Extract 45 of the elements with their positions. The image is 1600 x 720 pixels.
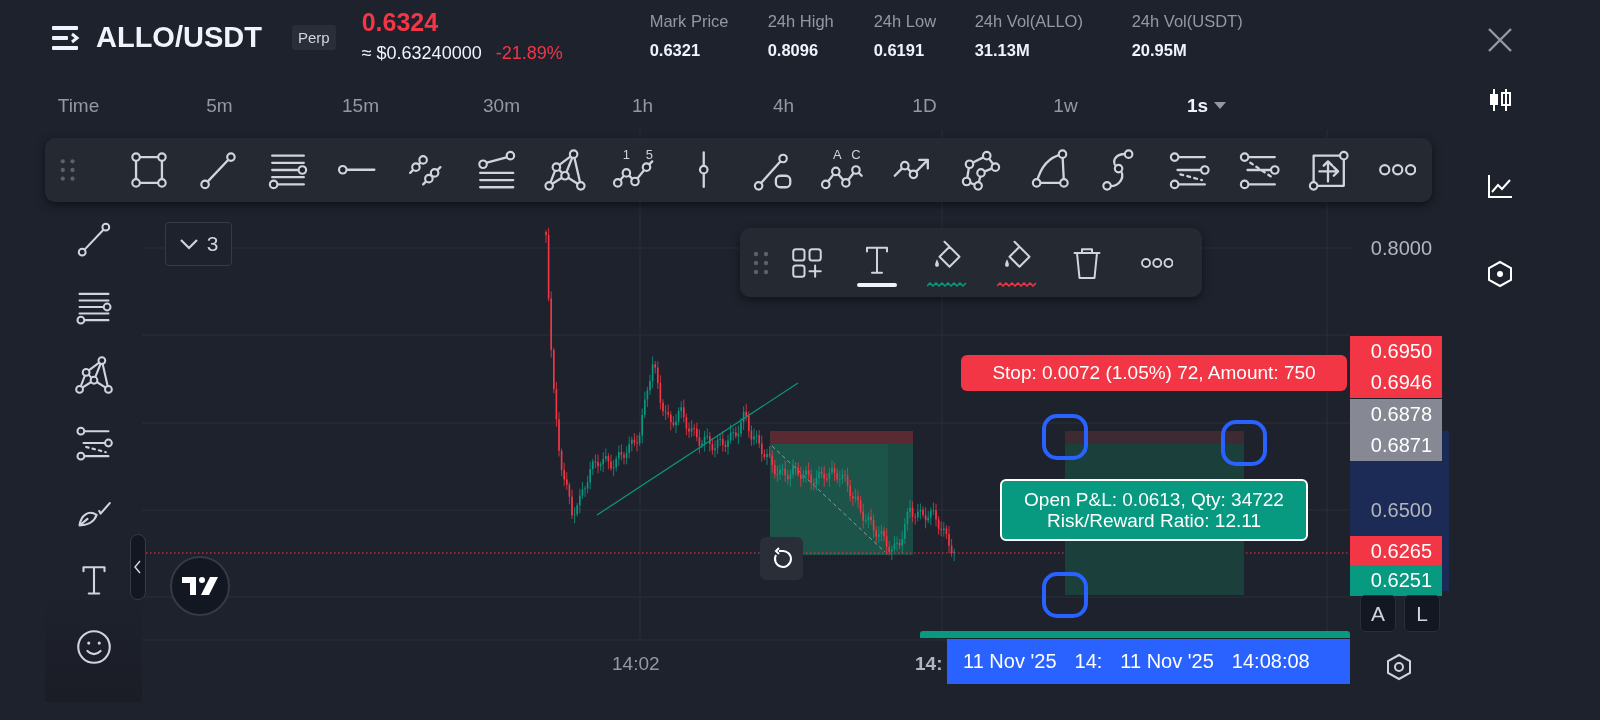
timeframe-tab[interactable]: Time (8, 95, 149, 117)
date-time-text: 14:08:08 (1231, 650, 1310, 673)
stat-label: 24h Vol(ALLO) (974, 12, 1084, 31)
stat-label: 24h Vol(USDT) (1131, 12, 1244, 31)
stat-value: 0.6191 (873, 41, 926, 60)
pnl-text: Open P&L: 0.0613, Qty: 34722 (1024, 489, 1284, 510)
stat-label: Mark Price (649, 12, 730, 31)
collapse-button[interactable]: 3 (165, 222, 232, 266)
contract-badge: Perp (292, 25, 336, 50)
scale-button[interactable]: L (1404, 595, 1440, 632)
timeframe-tab[interactable]: 1D (854, 95, 995, 117)
price-tag: 0.6878 (1350, 398, 1442, 430)
timeframe-tab[interactable]: 1w (995, 95, 1136, 117)
stat-value: 0.6321 (649, 41, 702, 60)
timeframe-tab[interactable]: 4h (713, 95, 854, 117)
scale-button[interactable]: A (1360, 595, 1396, 632)
date-time-text: 11 Nov '25 (1120, 650, 1214, 673)
drawing-tool-button[interactable]: 1 5 (599, 148, 670, 192)
last-price: 0.6324 (361, 8, 440, 37)
price-tag: 0.6871 (1350, 429, 1442, 461)
timeframe-tab[interactable]: 30m (431, 95, 572, 117)
stat-label: 24h Low (873, 12, 938, 31)
time-axis-label: 14: (915, 653, 943, 675)
price-tag: 0.6251 (1350, 564, 1442, 596)
price-axis-label: 0.6500 (1369, 497, 1433, 523)
date-time-text: 11 Nov '25 (963, 650, 1057, 673)
drawing-tool-button[interactable]: A C (807, 148, 878, 192)
stop-label: Stop: 0.0072 (1.05%) 72, Amount: 750 (961, 355, 1347, 391)
stat-value: 20.95M (1131, 41, 1188, 60)
price-tag: 0.6950 (1350, 335, 1442, 367)
usd-price: ≈ $0.63240000 (361, 43, 482, 64)
price-change: -21.89% (495, 43, 563, 64)
pnl-text: Risk/Reward Ratio: 12.11 (1047, 510, 1261, 531)
symbol-name[interactable]: ALLO/USDT (96, 21, 282, 54)
timeframe-tab[interactable]: 1s (1136, 95, 1277, 117)
timeframe-tab[interactable]: 5m (149, 95, 290, 117)
stat-value: 0.8096 (767, 41, 820, 60)
price-tag: 0.6946 (1350, 366, 1442, 398)
time-axis-label: 14:02 (612, 653, 660, 675)
stat-value: 31.13M (974, 41, 1031, 60)
price-axis-label: 0.8000 (1369, 235, 1433, 261)
date-time-text: 14: (1074, 650, 1103, 673)
timeframe-tab[interactable]: 15m (290, 95, 431, 117)
timeframe-tab[interactable]: 1h (572, 95, 713, 117)
stat-label: 24h High (767, 12, 835, 31)
